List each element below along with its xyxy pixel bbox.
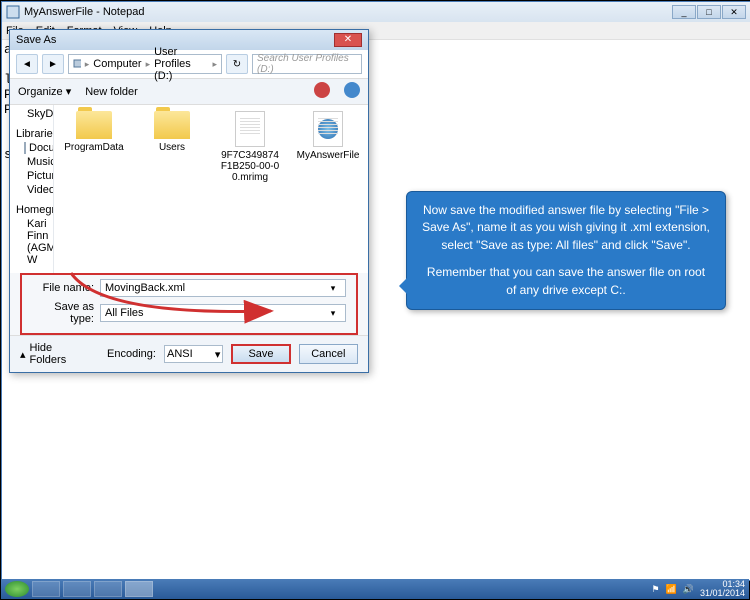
dialog-bottom-bar: ▴ Hide Folders Encoding: ANSI▾ Save Canc…	[10, 335, 368, 372]
tray-flag-icon[interactable]: ⚑	[651, 584, 659, 595]
chevron-right-icon: ▸	[212, 59, 217, 70]
encoding-label: Encoding:	[107, 348, 156, 360]
folder-tree[interactable]: SkyDrive Libraries Documents Music Pictu…	[10, 105, 54, 273]
instruction-callout: Now save the modified answer file by sel…	[406, 191, 726, 310]
chevron-up-icon: ▴	[20, 348, 26, 361]
refresh-button[interactable]: ↻	[226, 54, 248, 74]
breadcrumb-drive[interactable]: User Profiles (D:)	[154, 46, 208, 82]
clock[interactable]: 01:34 31/01/2014	[700, 580, 745, 598]
breadcrumb[interactable]: ▸ Computer ▸ User Profiles (D:) ▸	[68, 54, 222, 74]
notepad-titlebar[interactable]: MyAnswerFile - Notepad _ □ ✕	[2, 2, 750, 22]
dialog-body: SkyDrive Libraries Documents Music Pictu…	[10, 105, 368, 273]
callout-paragraph-1: Now save the modified answer file by sel…	[421, 202, 711, 254]
search-input[interactable]: Search User Profiles (D:)	[252, 54, 362, 74]
fields-panel: File name: MovingBack.xml▾ Save as type:…	[20, 273, 358, 335]
back-button[interactable]: ◄	[16, 54, 38, 74]
close-button[interactable]: ✕	[722, 5, 746, 19]
file-programdata[interactable]: ProgramData	[64, 111, 124, 153]
computer-icon	[73, 58, 81, 70]
file-myanswerfile[interactable]: MyAnswerFile	[298, 111, 358, 161]
start-button[interactable]	[5, 581, 29, 597]
taskbar-explorer[interactable]	[63, 581, 91, 597]
encoding-select[interactable]: ANSI▾	[164, 345, 223, 363]
documents-icon	[24, 142, 26, 154]
tree-user[interactable]: Kari Finn (AGM-W	[10, 217, 53, 267]
file-list[interactable]: ProgramData Users 9F7C349874F1B250-00-00…	[54, 105, 368, 273]
chevron-right-icon: ▸	[85, 59, 90, 70]
maximize-button[interactable]: □	[697, 5, 721, 19]
dialog-toolbar: Organize ▾ New folder	[10, 79, 368, 105]
chevron-right-icon: ▸	[146, 59, 151, 70]
dropdown-icon: ▾	[215, 348, 221, 361]
notepad-title: MyAnswerFile - Notepad	[24, 6, 672, 18]
dropdown-icon[interactable]: ▾	[325, 308, 341, 319]
tray-network-icon[interactable]: 📶	[666, 584, 677, 595]
saveastype-select[interactable]: All Files▾	[100, 304, 346, 322]
file-users[interactable]: Users	[142, 111, 202, 153]
saveas-dialog: Save As ✕ ◄ ► ▸ Computer ▸ User Profiles…	[9, 29, 369, 373]
saveastype-label: Save as type:	[32, 301, 94, 325]
view-button[interactable]	[314, 82, 330, 101]
globe-icon	[318, 119, 338, 139]
taskbar-ie[interactable]	[32, 581, 60, 597]
taskbar[interactable]: ⚑ 📶 🔊 01:34 31/01/2014	[1, 579, 749, 599]
dropdown-icon[interactable]: ▾	[325, 283, 341, 294]
navigation-bar: ◄ ► ▸ Computer ▸ User Profiles (D:) ▸ ↻ …	[10, 50, 368, 79]
minimize-button[interactable]: _	[672, 5, 696, 19]
system-tray[interactable]: ⚑ 📶 🔊 01:34 31/01/2014	[651, 580, 745, 598]
help-button[interactable]	[344, 82, 360, 101]
window-controls: _ □ ✕	[672, 5, 746, 19]
document-icon	[235, 111, 265, 147]
folder-icon	[154, 111, 190, 139]
tree-music[interactable]: Music	[10, 155, 53, 169]
hide-folders-toggle[interactable]: ▴ Hide Folders	[20, 342, 91, 366]
taskbar-notepad[interactable]	[125, 581, 153, 597]
forward-button[interactable]: ►	[42, 54, 64, 74]
tree-skydrive[interactable]: SkyDrive	[10, 107, 53, 121]
taskbar-mediaplayer[interactable]	[94, 581, 122, 597]
callout-paragraph-2: Remember that you can save the answer fi…	[421, 264, 711, 299]
breadcrumb-computer[interactable]: Computer	[93, 58, 141, 70]
file-mrimg[interactable]: 9F7C349874F1B250-00-00.mrimg	[220, 111, 280, 183]
tree-homegroup[interactable]: Homegroup	[10, 203, 53, 217]
tree-documents[interactable]: Documents	[10, 141, 53, 155]
tray-volume-icon[interactable]: 🔊	[683, 584, 694, 595]
filename-label: File name:	[32, 282, 94, 294]
tree-videos[interactable]: Videos	[10, 183, 53, 197]
organize-button[interactable]: Organize ▾	[18, 85, 71, 98]
save-button[interactable]: Save	[231, 344, 290, 364]
xml-icon	[313, 111, 343, 147]
tree-pictures[interactable]: Pictures	[10, 169, 53, 183]
filename-input[interactable]: MovingBack.xml▾	[100, 279, 346, 297]
notepad-icon	[6, 5, 20, 19]
folder-icon	[76, 111, 112, 139]
newfolder-button[interactable]: New folder	[85, 86, 138, 98]
saveas-close-button[interactable]: ✕	[334, 33, 362, 47]
cancel-button[interactable]: Cancel	[299, 344, 358, 364]
saveas-title: Save As	[16, 34, 334, 46]
tree-libraries[interactable]: Libraries	[10, 127, 53, 141]
